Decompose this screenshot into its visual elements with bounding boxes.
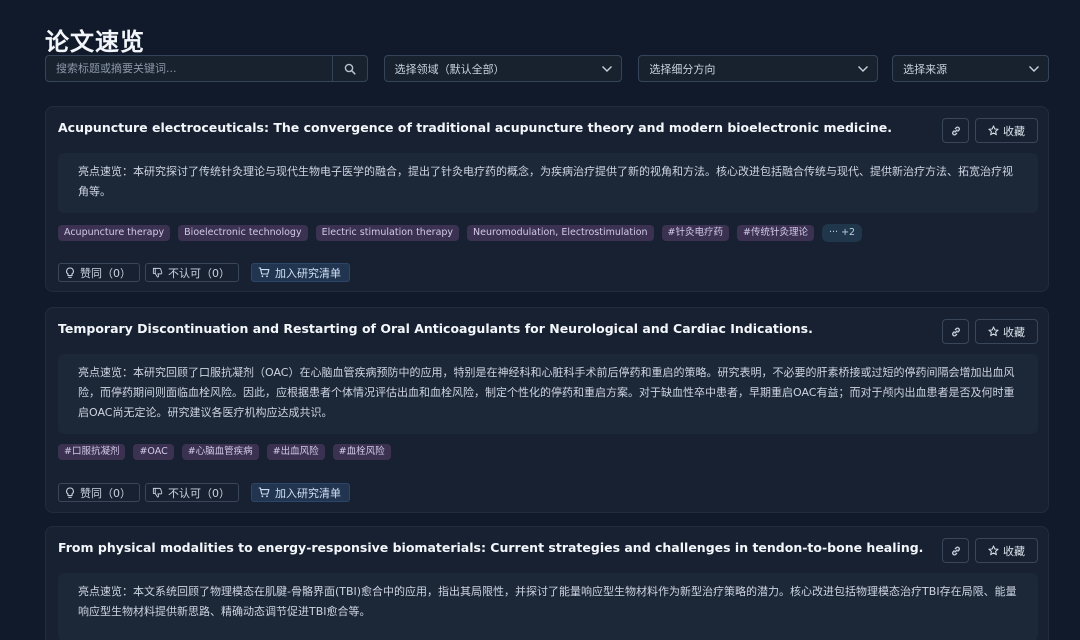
thumbs-down-icon	[152, 267, 163, 278]
add-to-list-label: 加入研究清单	[275, 486, 341, 500]
copy-link-button[interactable]	[942, 538, 969, 563]
link-icon	[950, 125, 962, 137]
link-icon	[950, 326, 962, 338]
tag[interactable]: #心脑血管疾病	[181, 444, 259, 460]
card-actions: 赞同（0） 不认可（0） 加入研究清单	[58, 483, 350, 502]
paper-title[interactable]: Acupuncture electroceuticals: The conver…	[58, 120, 892, 135]
paper-summary: 亮点速览：本文系统回顾了物理模态在肌腱-骨骼界面(TBI)愈合中的应用，指出其局…	[58, 573, 1038, 640]
lightbulb-icon	[65, 486, 75, 499]
favorite-label: 收藏	[1003, 124, 1025, 138]
star-icon	[988, 545, 999, 556]
favorite-label: 收藏	[1003, 544, 1025, 558]
paper-card: Temporary Discontinuation and Restarting…	[45, 307, 1049, 513]
dislike-button[interactable]: 不认可（0）	[145, 263, 239, 282]
chevron-down-icon	[857, 65, 869, 73]
link-icon	[950, 545, 962, 557]
page-title: 论文速览	[45, 28, 145, 56]
thumbs-down-icon	[152, 487, 163, 498]
paper-overview-page: 论文速览 选择领域（默认全部） 选择细分方向 选择来源	[0, 0, 1080, 640]
filter-bar: 选择领域（默认全部） 选择细分方向 选择来源	[45, 55, 1049, 82]
chevron-down-icon	[601, 65, 613, 73]
tag[interactable]: #OAC	[133, 444, 174, 460]
add-to-list-label: 加入研究清单	[275, 266, 341, 280]
tag-list: #口服抗凝剂 #OAC #心脑血管疾病 #出血风险 #血栓风险	[58, 444, 391, 460]
field-select[interactable]: 选择领域（默认全部）	[383, 55, 623, 82]
tag[interactable]: Electric stimulation therapy	[315, 225, 460, 241]
tag[interactable]: #针灸电疗药	[661, 225, 730, 241]
field-select-value: 选择领域（默认全部）	[394, 62, 505, 76]
dislike-button[interactable]: 不认可（0）	[145, 483, 239, 502]
search-box	[45, 55, 368, 82]
cart-icon	[258, 267, 270, 278]
favorite-button[interactable]: 收藏	[975, 319, 1038, 344]
like-label: 赞同（0）	[80, 266, 131, 280]
search-icon	[344, 63, 356, 75]
tag[interactable]: #血栓风险	[332, 444, 391, 460]
star-icon	[988, 125, 999, 136]
copy-link-button[interactable]	[942, 319, 969, 344]
more-tags-button[interactable]: ··· +2	[821, 224, 863, 242]
direction-select-value: 选择细分方向	[649, 62, 716, 76]
favorite-button[interactable]: 收藏	[975, 538, 1038, 563]
dislike-label: 不认可（0）	[168, 266, 230, 280]
favorite-label: 收藏	[1003, 325, 1025, 339]
copy-link-button[interactable]	[942, 118, 969, 143]
add-to-list-button[interactable]: 加入研究清单	[251, 263, 350, 282]
favorite-button[interactable]: 收藏	[975, 118, 1038, 143]
add-to-list-button[interactable]: 加入研究清单	[251, 483, 350, 502]
paper-summary: 亮点速览：本研究探讨了传统针灸理论与现代生物电子医学的融合，提出了针灸电疗药的概…	[58, 153, 1038, 213]
search-button[interactable]	[331, 56, 367, 81]
paper-card: Acupuncture electroceuticals: The conver…	[45, 106, 1049, 292]
cart-icon	[258, 487, 270, 498]
search-input[interactable]	[46, 56, 332, 81]
paper-title[interactable]: Temporary Discontinuation and Restarting…	[58, 321, 813, 336]
tag-list: Acupuncture therapy Bioelectronic techno…	[58, 224, 863, 242]
card-actions: 赞同（0） 不认可（0） 加入研究清单	[58, 263, 350, 282]
lightbulb-icon	[65, 266, 75, 279]
tag[interactable]: #出血风险	[266, 444, 325, 460]
direction-select[interactable]: 选择细分方向	[638, 55, 879, 82]
paper-summary: 亮点速览：本研究回顾了口服抗凝剂（OAC）在心脑血管疾病预防中的应用，特别是在神…	[58, 354, 1038, 434]
tag[interactable]: Neuromodulation, Electrostimulation	[467, 225, 654, 241]
like-button[interactable]: 赞同（0）	[58, 483, 140, 502]
tag[interactable]: Bioelectronic technology	[178, 225, 308, 241]
like-button[interactable]: 赞同（0）	[58, 263, 140, 282]
tag[interactable]: #口服抗凝剂	[58, 444, 126, 460]
chevron-down-icon	[1028, 65, 1040, 73]
tag[interactable]: #传统针灸理论	[737, 225, 814, 241]
paper-card: From physical modalities to energy-respo…	[45, 526, 1049, 640]
source-select-value: 选择来源	[903, 62, 948, 76]
paper-title[interactable]: From physical modalities to energy-respo…	[58, 540, 923, 555]
dislike-label: 不认可（0）	[168, 486, 230, 500]
source-select[interactable]: 选择来源	[892, 55, 1049, 82]
tag[interactable]: Acupuncture therapy	[58, 225, 171, 241]
star-icon	[988, 326, 999, 337]
like-label: 赞同（0）	[80, 486, 131, 500]
